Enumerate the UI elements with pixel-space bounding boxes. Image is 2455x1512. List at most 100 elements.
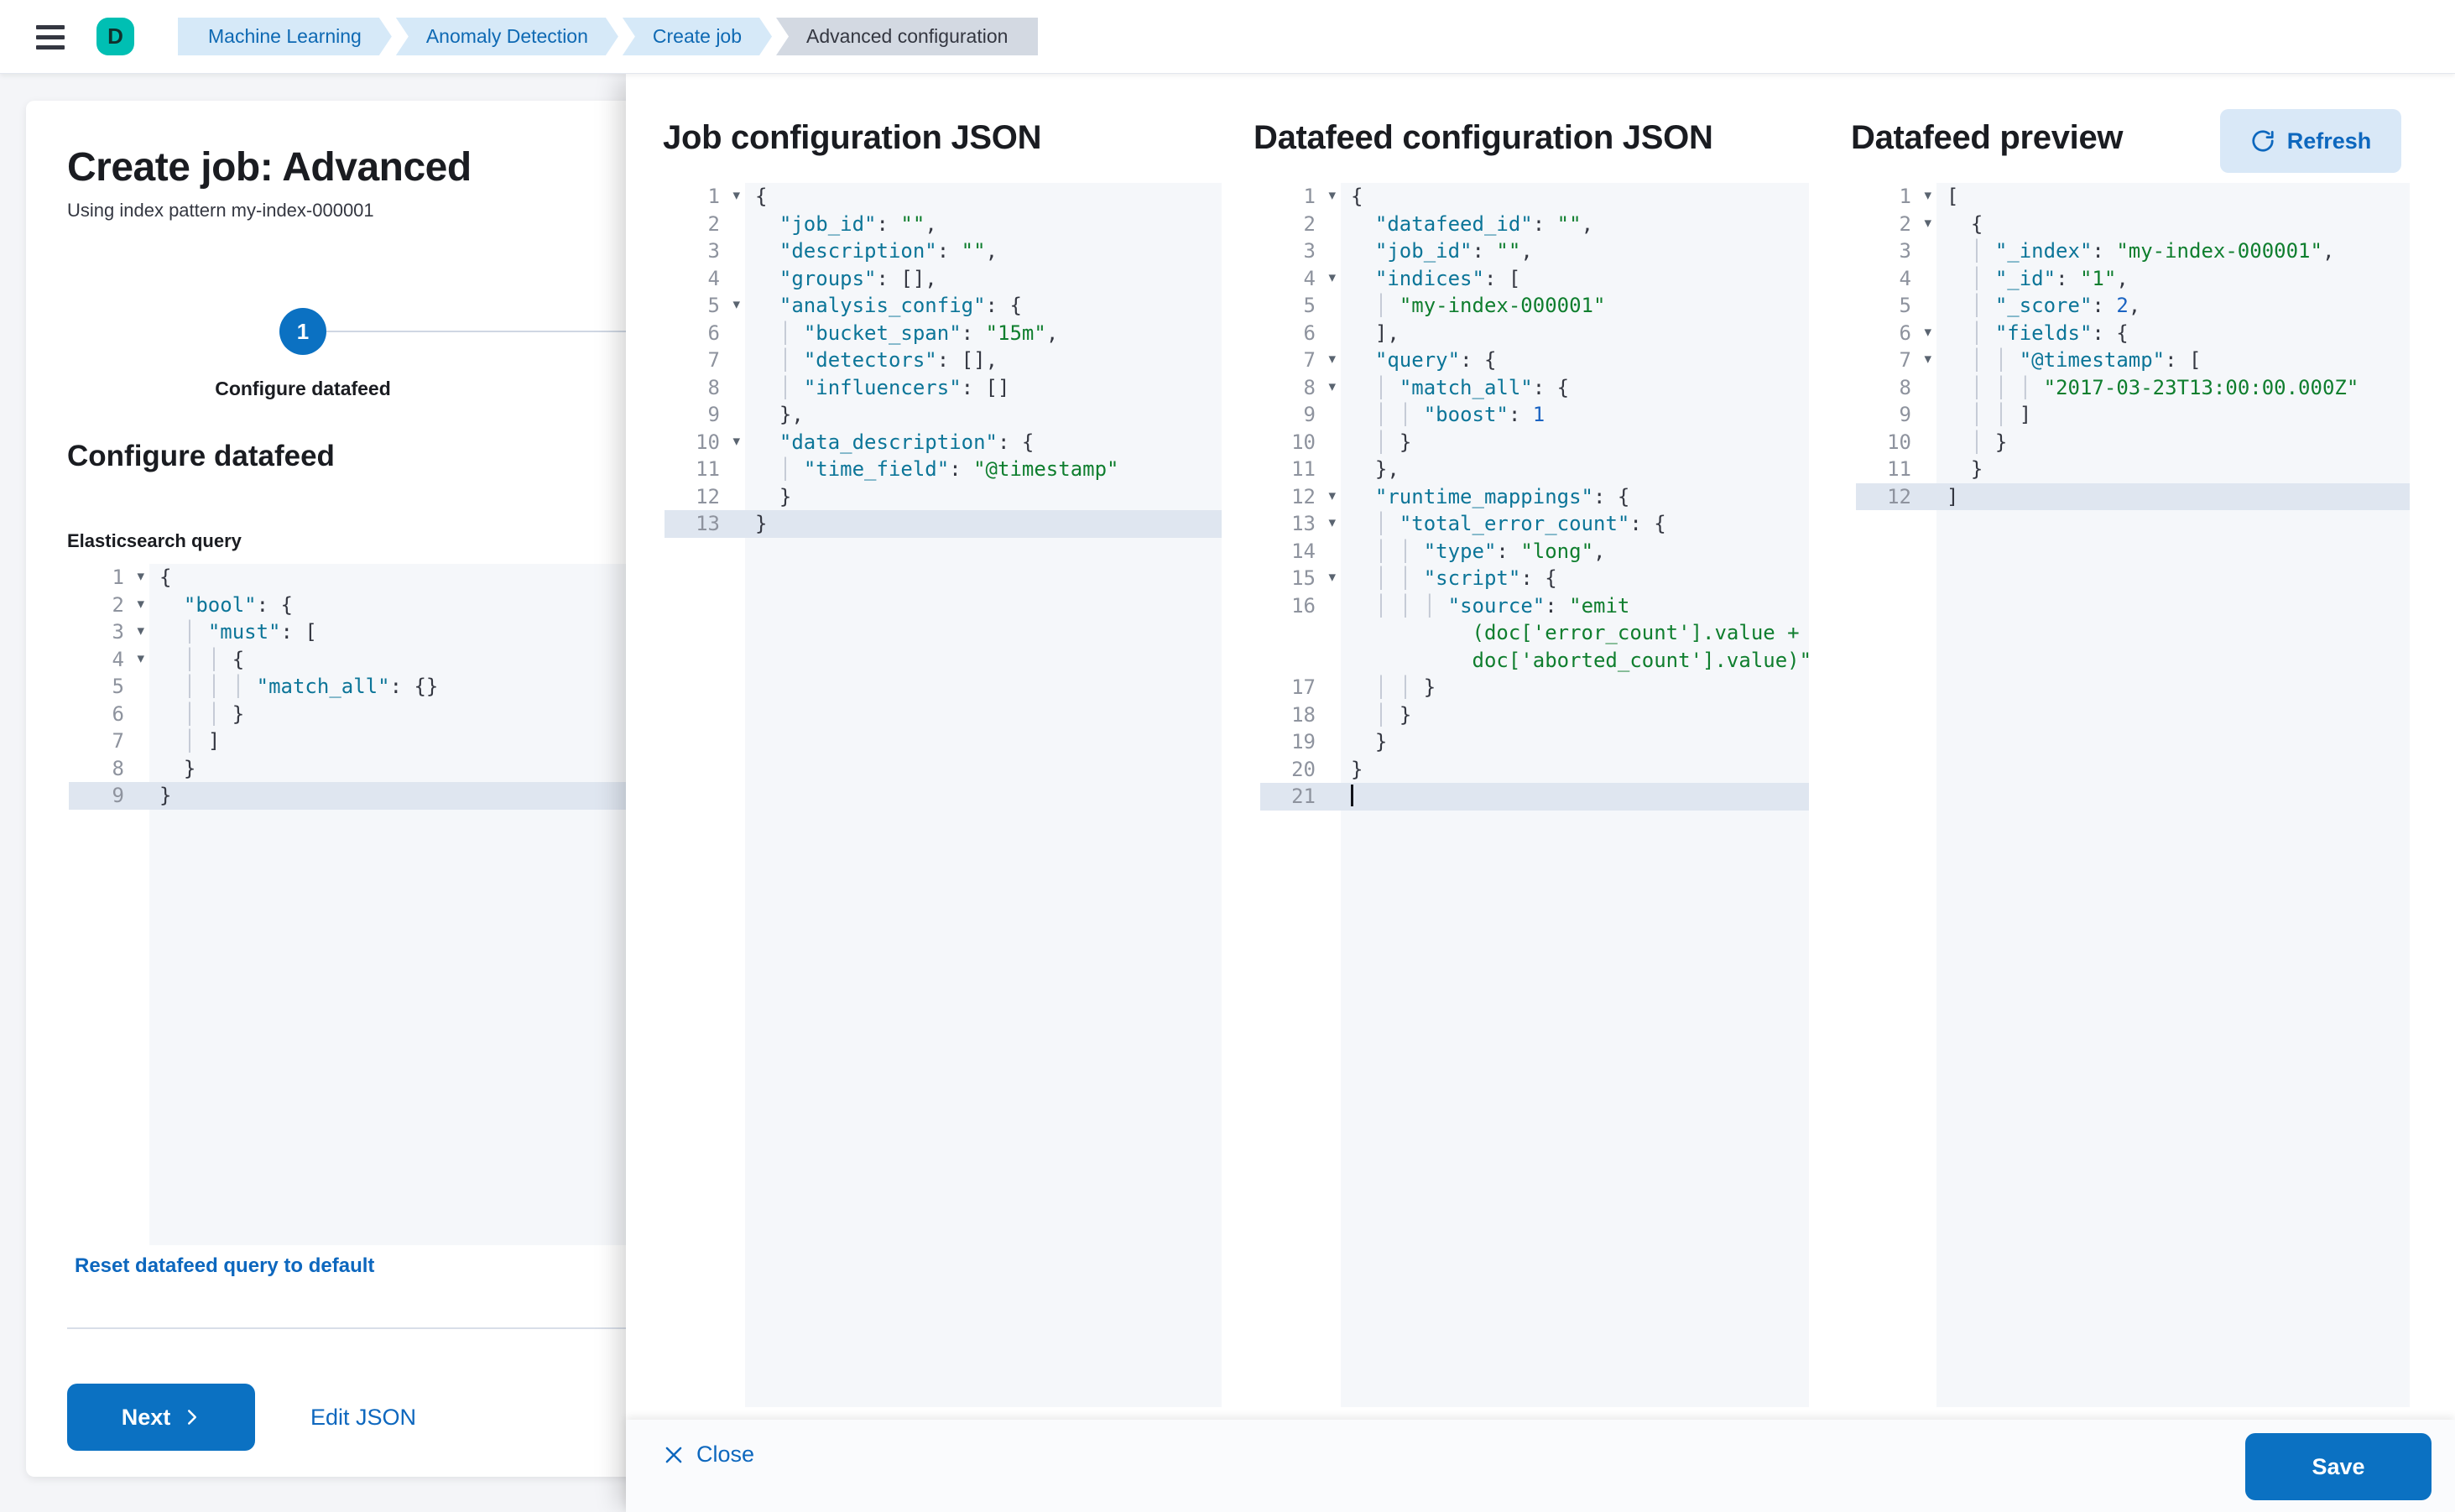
fold-toggle-icon[interactable]: ▾ [732, 428, 740, 455]
fold-toggle-icon[interactable]: ▾ [1924, 346, 1931, 373]
line-number: 15▾ [1260, 565, 1341, 592]
fold-toggle-icon[interactable]: ▾ [1328, 373, 1336, 401]
code-line: 13▾ │ "total_error_count": { [1260, 510, 1809, 538]
code-text: │ │ "boost": 1 [1341, 401, 1809, 429]
code-text: │ │ ] [1936, 401, 2410, 429]
code-line: 6 │ │ } [69, 701, 656, 728]
close-button-label: Close [696, 1442, 754, 1468]
breadcrumb-anomaly-detection[interactable]: Anomaly Detection [396, 18, 618, 55]
fold-toggle-icon[interactable]: ▾ [1328, 183, 1336, 210]
code-line: 4 │ "_id": "1", [1856, 265, 2410, 293]
line-number: 11 [1260, 456, 1341, 483]
code-line: 11 │ "time_field": "@timestamp" [665, 456, 1222, 483]
line-number: 1▾ [1856, 183, 1936, 211]
code-line: 9 │ │ ] [1856, 401, 2410, 429]
code-text: (doc['error_count'].value + [1341, 619, 1809, 647]
fold-toggle-icon[interactable]: ▾ [1328, 564, 1336, 592]
code-text: │ "time_field": "@timestamp" [745, 456, 1222, 483]
datafeed-preview-editor[interactable]: 1▾[2▾ {3 │ "_index": "my-index-000001",4… [1856, 183, 2410, 1407]
code-text: │ "_id": "1", [1936, 265, 2410, 293]
code-text [1341, 783, 1809, 811]
code-text: }, [1341, 456, 1809, 483]
line-number: 4▾ [69, 646, 149, 674]
code-line: 14 │ │ "type": "long", [1260, 538, 1809, 566]
code-text: │ │ } [149, 701, 656, 728]
step-1-indicator[interactable]: 1 [279, 308, 326, 355]
line-number: 18 [1260, 701, 1341, 729]
fold-toggle-icon[interactable]: ▾ [137, 645, 144, 673]
code-line: 16 │ │ │ "source": "emit [1260, 592, 1809, 620]
code-line: 8 │ "influencers": [] [665, 374, 1222, 402]
fold-toggle-icon[interactable]: ▾ [1924, 183, 1931, 210]
code-text: │ "bucket_span": "15m", [745, 320, 1222, 347]
code-line: 9 }, [665, 401, 1222, 429]
code-line: 13} [665, 510, 1222, 538]
fold-toggle-icon[interactable]: ▾ [1924, 210, 1931, 237]
job-configuration-editor[interactable]: 1▾{2 "job_id": "",3 "description": "",4 … [665, 183, 1222, 1407]
line-number: 21 [1260, 783, 1341, 811]
fold-toggle-icon[interactable]: ▾ [1328, 482, 1336, 510]
edit-json-button[interactable]: Edit JSON [310, 1405, 416, 1431]
code-line: 7 │ "detectors": [], [665, 347, 1222, 374]
elasticsearch-query-editor[interactable]: 1▾{2▾ "bool": {3▾ │ "must": [4▾ │ │ {5 │… [69, 564, 656, 1245]
fold-toggle-icon[interactable]: ▾ [137, 618, 144, 645]
line-number: 11 [1856, 456, 1936, 483]
fold-toggle-icon[interactable]: ▾ [1924, 319, 1931, 347]
code-text: "description": "", [745, 237, 1222, 265]
line-number: 7▾ [1260, 347, 1341, 374]
fold-toggle-icon[interactable]: ▾ [1328, 346, 1336, 373]
code-line: 15▾ │ │ "script": { [1260, 565, 1809, 592]
code-text: │ "_score": 2, [1936, 292, 2410, 320]
line-number: 19 [1260, 728, 1341, 756]
refresh-button[interactable]: Refresh [2220, 109, 2401, 173]
code-line: 5▾ "analysis_config": { [665, 292, 1222, 320]
code-line: 11 } [1856, 456, 2410, 483]
fold-toggle-icon[interactable]: ▾ [1328, 509, 1336, 537]
line-number: 8▾ [1260, 374, 1341, 402]
code-text: │ } [1341, 429, 1809, 456]
code-line: doc['aborted_count'].value)" [1260, 647, 1809, 675]
fold-toggle-icon[interactable]: ▾ [732, 183, 740, 210]
fold-toggle-icon[interactable]: ▾ [1328, 264, 1336, 292]
code-text: } [149, 782, 656, 810]
line-number: 8 [1856, 374, 1936, 402]
top-navigation-bar: D Machine Learning Anomaly Detection Cre… [0, 0, 2455, 74]
code-text: │ │ "type": "long", [1341, 538, 1809, 566]
line-number: 1▾ [1260, 183, 1341, 211]
code-text: │ "must": [ [149, 618, 656, 646]
line-number: 9 [665, 401, 745, 429]
fold-toggle-icon[interactable]: ▾ [137, 564, 144, 591]
next-button-label: Next [122, 1405, 171, 1431]
close-button[interactable]: Close [663, 1442, 754, 1468]
line-number: 6 [1260, 320, 1341, 347]
space-avatar[interactable]: D [96, 18, 134, 55]
save-button[interactable]: Save [2245, 1433, 2432, 1500]
code-line: 8 │ │ │ "2017-03-23T13:00:00.000Z" [1856, 374, 2410, 402]
code-text: ] [1936, 483, 2410, 511]
line-number: 12▾ [1260, 483, 1341, 511]
code-line: 8▾ │ "match_all": { [1260, 374, 1809, 402]
line-number: 1▾ [665, 183, 745, 211]
section-heading: Configure datafeed [67, 440, 335, 473]
line-number: 6 [69, 701, 149, 728]
fold-toggle-icon[interactable]: ▾ [732, 291, 740, 319]
code-text: [ [1936, 183, 2410, 211]
next-button[interactable]: Next [67, 1384, 255, 1451]
breadcrumb-create-job[interactable]: Create job [623, 18, 772, 55]
fold-toggle-icon[interactable]: ▾ [137, 591, 144, 618]
code-line: 2▾ { [1856, 211, 2410, 238]
create-job-wizard-panel: Create job: Advanced Using index pattern… [26, 101, 680, 1477]
code-text: { [149, 564, 656, 592]
line-number: 8 [69, 755, 149, 783]
code-text: │ } [1936, 429, 2410, 456]
reset-datafeed-query-link[interactable]: Reset datafeed query to default [75, 1254, 374, 1278]
code-text: │ } [1341, 701, 1809, 729]
code-line: 10 │ } [1260, 429, 1809, 456]
code-text: { [745, 183, 1222, 211]
menu-icon[interactable] [36, 25, 65, 50]
breadcrumb-machine-learning[interactable]: Machine Learning [178, 18, 392, 55]
line-number: 5 [1856, 292, 1936, 320]
code-line: 3▾ │ "must": [ [69, 618, 656, 646]
datafeed-configuration-editor[interactable]: 1▾{2 "datafeed_id": "",3 "job_id": "",4▾… [1260, 183, 1809, 1407]
code-text: "runtime_mappings": { [1341, 483, 1809, 511]
